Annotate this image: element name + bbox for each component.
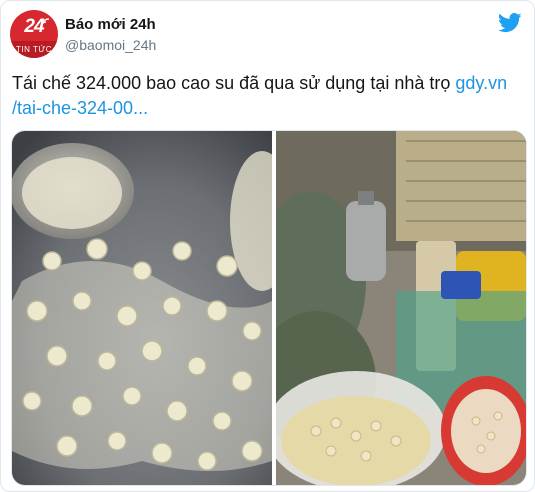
signal-icon xyxy=(40,18,50,28)
tweet-body: Tái chế 324.000 bao cao su đã qua sử dụn… xyxy=(12,73,451,93)
account-name[interactable]: Báo mới 24h xyxy=(65,16,156,33)
photo-left[interactable] xyxy=(12,131,272,485)
tweet-text: Tái chế 324.000 bao cao su đã qua sử dụn… xyxy=(12,71,524,121)
avatar[interactable]: 24 TIN TỨC xyxy=(10,10,58,58)
tweet-link-line2: /tai-che-324-00... xyxy=(12,98,149,118)
media-grid xyxy=(11,130,527,486)
account-handle[interactable]: @baomoi_24h xyxy=(65,37,156,53)
photo-right[interactable] xyxy=(276,131,526,485)
avatar-caption: TIN TỨC xyxy=(10,41,58,58)
tweet-link-line1: gdy.vn xyxy=(455,73,508,93)
tweet-card: 24 TIN TỨC Báo mới 24h @baomoi_24h Tái c… xyxy=(0,0,535,492)
twitter-bird-icon[interactable] xyxy=(498,13,522,33)
